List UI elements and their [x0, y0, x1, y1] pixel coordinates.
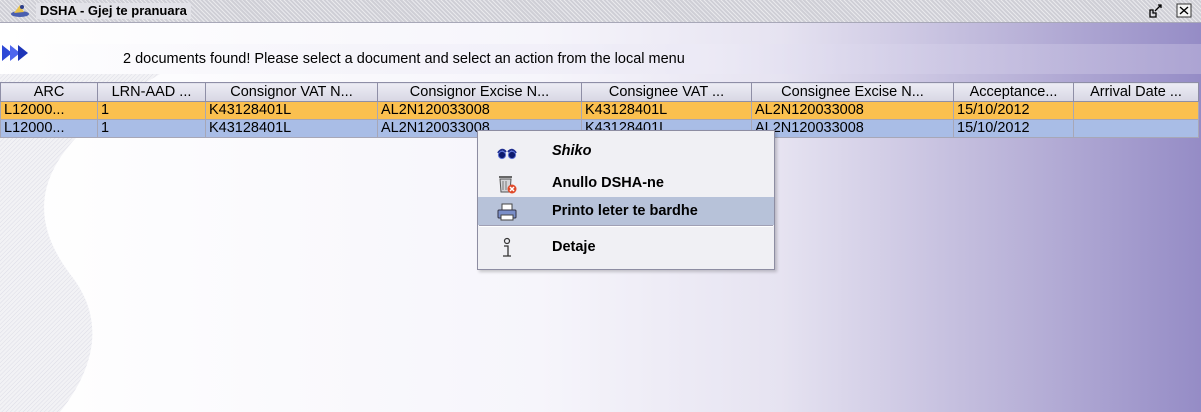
column-header-arrival-date[interactable]: Arrival Date ... [1073, 82, 1199, 102]
table-cell: 1 [97, 119, 206, 138]
table-row[interactable]: L12000... 1 K43128401L AL2N120033008 K43… [0, 101, 1199, 120]
column-header-arc[interactable]: ARC [0, 82, 98, 102]
context-menu: Shiko Anullo DSHA-ne Printo leter te bar… [477, 130, 775, 270]
table-cell: AL2N120033008 [751, 119, 954, 138]
table-cell: K43128401L [205, 101, 378, 120]
menu-item-shiko[interactable]: Shiko [478, 137, 774, 165]
info-icon [503, 237, 511, 257]
column-header-consignor-excise[interactable]: Consignor Excise N... [377, 82, 582, 102]
menu-item-label: Detaje [552, 239, 596, 255]
menu-item-detaje[interactable]: Detaje [478, 233, 774, 261]
info-message: 2 documents found! Please select a docum… [123, 51, 685, 67]
window-title: DSHA - Gjej te pranuara [36, 3, 191, 19]
table-cell: 15/10/2012 [953, 119, 1074, 138]
table-cell: AL2N120033008 [751, 101, 954, 120]
menu-item-printo[interactable]: Printo leter te bardhe [478, 197, 774, 225]
table-cell: 1 [97, 101, 206, 120]
menu-item-label: Printo leter te bardhe [552, 203, 698, 219]
table-cell: K43128401L [581, 101, 752, 120]
table-cell: L12000... [0, 119, 98, 138]
table-header-row: ARC LRN-AAD ... Consignor VAT N... Consi… [0, 82, 1199, 102]
column-header-lrn-aad[interactable]: LRN-AAD ... [97, 82, 206, 102]
title-bar[interactable]: DSHA - Gjej te pranuara [0, 0, 1201, 23]
close-icon[interactable] [1176, 3, 1192, 18]
column-header-consignee-vat[interactable]: Consignee VAT ... [581, 82, 752, 102]
table-cell [1073, 119, 1199, 138]
column-header-consignee-excise[interactable]: Consignee Excise N... [751, 82, 954, 102]
table-cell [1073, 101, 1199, 120]
table-cell: L12000... [0, 101, 98, 120]
main-window: DSHA - Gjej te pranuara 2 documents foun… [0, 0, 1201, 412]
table-cell: K43128401L [205, 119, 378, 138]
menu-separator-highlight [479, 226, 773, 227]
printer-icon [497, 203, 517, 221]
double-arrow-icon [2, 45, 28, 61]
menu-item-label: Anullo DSHA-ne [552, 175, 664, 191]
app-logo-icon [11, 5, 29, 17]
column-header-acceptance[interactable]: Acceptance... [953, 82, 1074, 102]
trash-cancel-icon [499, 176, 517, 194]
table-cell: 15/10/2012 [953, 101, 1074, 120]
menu-item-label: Shiko [552, 143, 592, 159]
table-cell: AL2N120033008 [377, 101, 582, 120]
column-header-consignor-vat[interactable]: Consignor VAT N... [205, 82, 378, 102]
menu-item-anullo[interactable]: Anullo DSHA-ne [478, 169, 774, 197]
restore-icon[interactable] [1148, 4, 1164, 18]
glasses-icon [497, 148, 517, 160]
